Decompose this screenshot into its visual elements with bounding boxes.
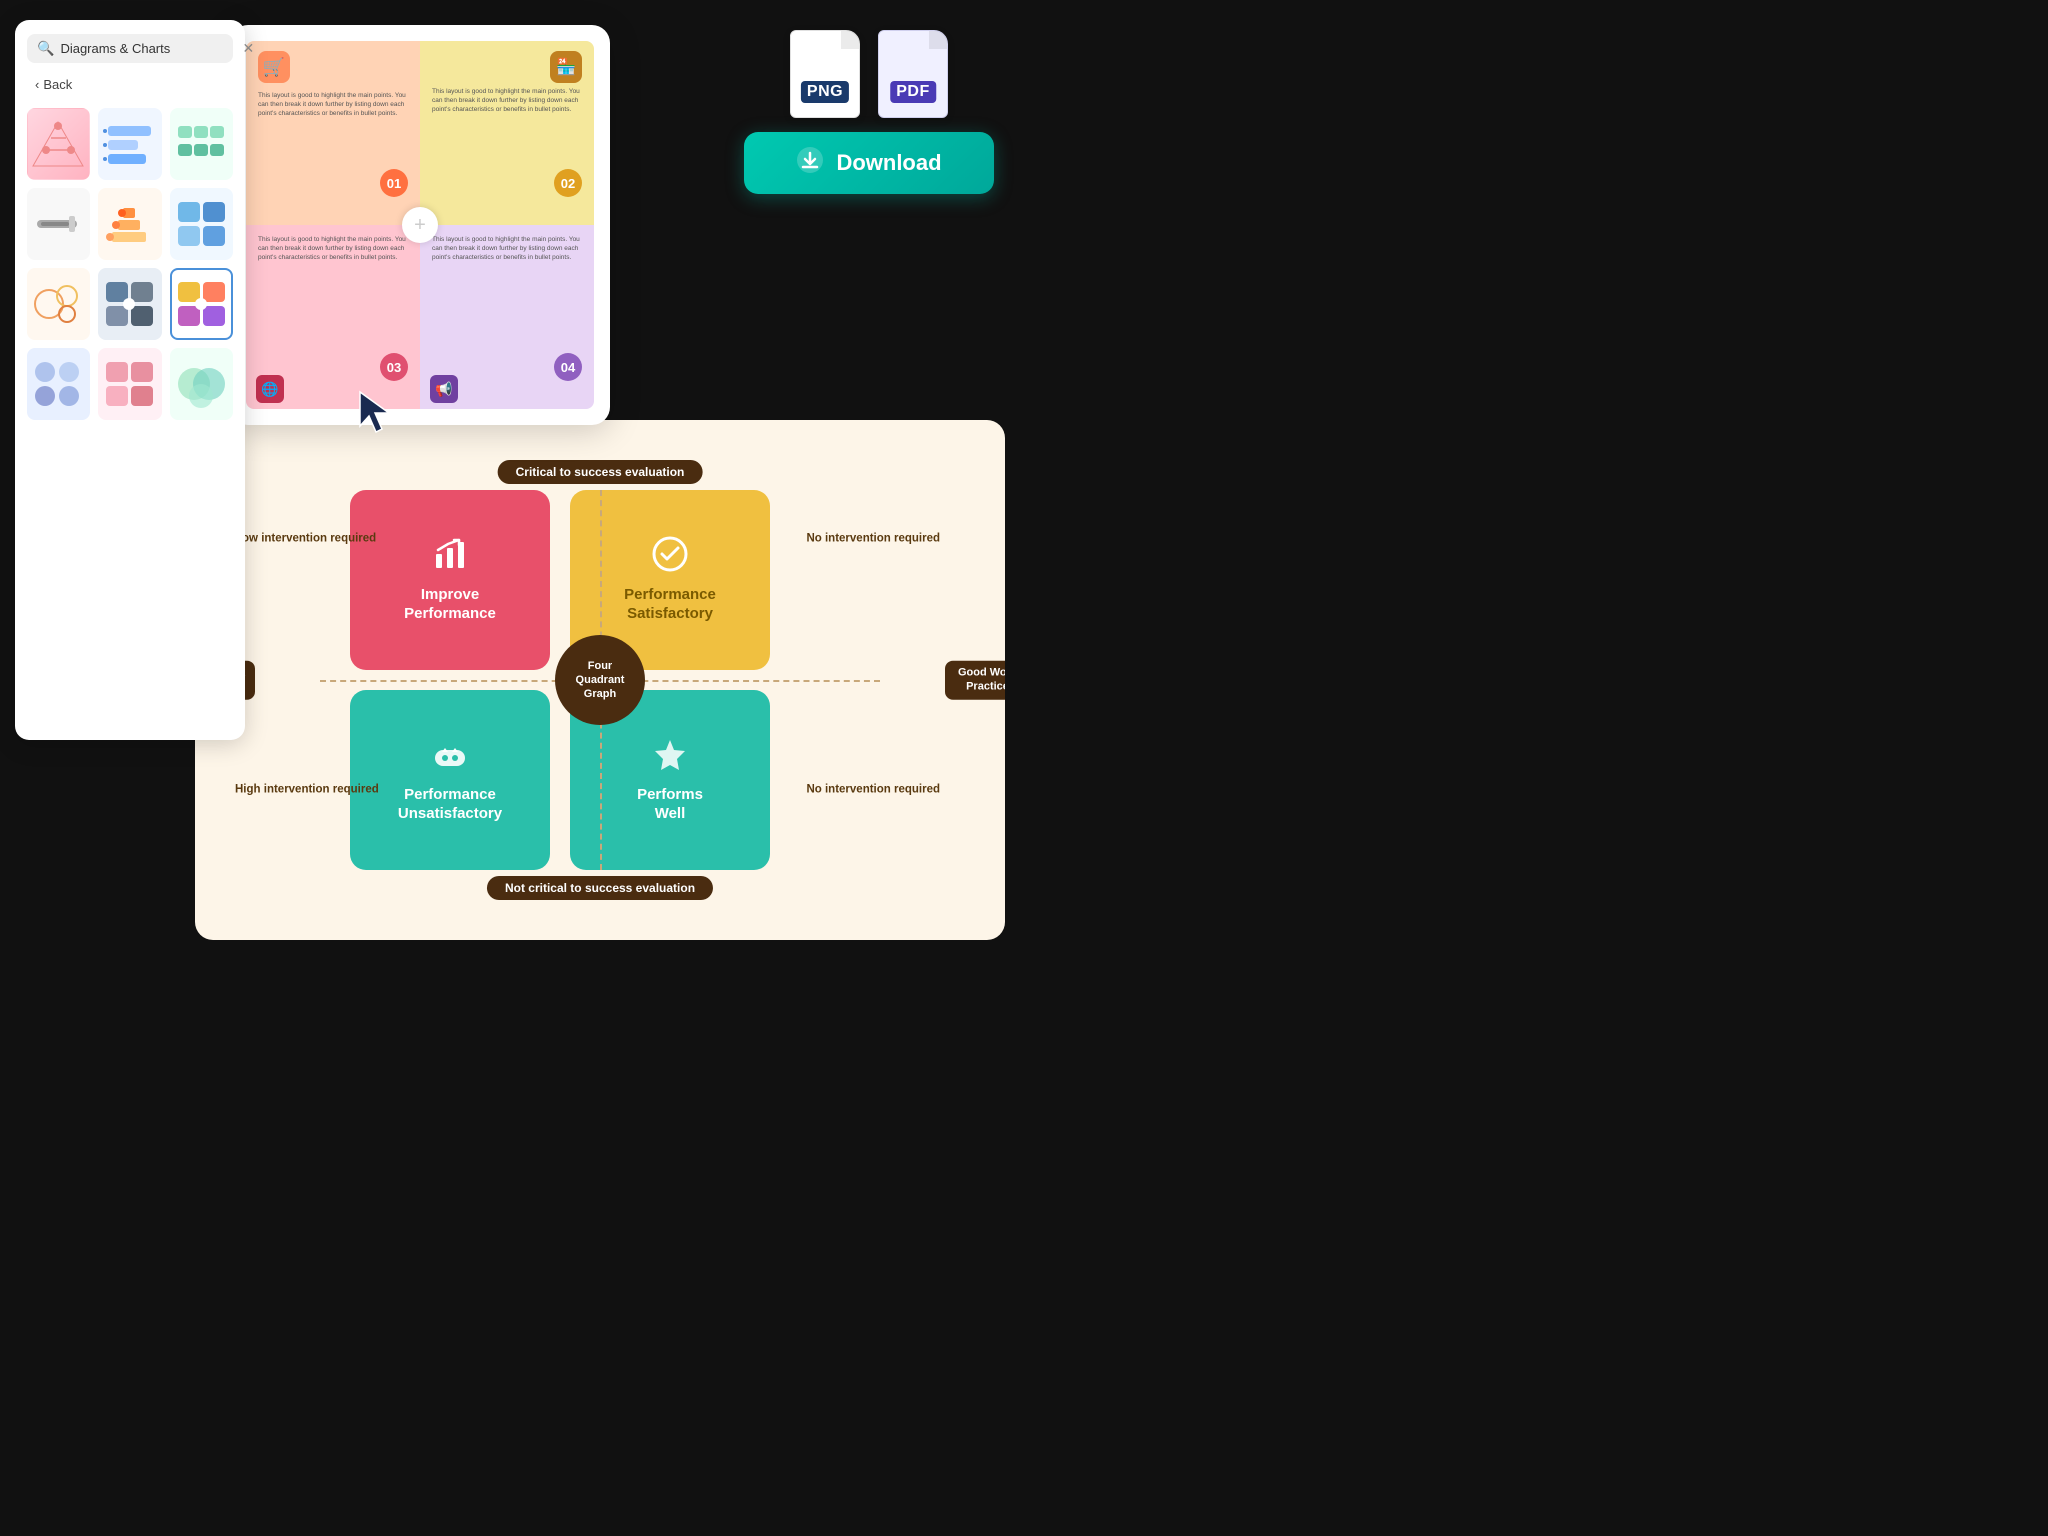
quadrant-background: Critical to success evaluation Not criti… [195,420,1005,940]
gallery-item[interactable] [170,108,233,180]
download-section: PNG PDF Download [744,30,994,194]
preview-center-circle [402,207,438,243]
quad-2-num: 02 [554,169,582,197]
quad-1: 🛒 This layout is good to highlight the m… [246,41,420,225]
download-label: Download [836,150,941,176]
mini-preview-circles [28,269,89,339]
satisfactory-icon [652,536,688,580]
gallery-item[interactable] [27,348,90,420]
search-icon: 🔍 [37,40,54,57]
mini-preview-blocks [171,189,232,259]
pdf-file-page: PDF [878,30,948,118]
quadrant-title-bottom: Not critical to success evaluation [487,876,713,900]
quad-4-text: This layout is good to highlight the mai… [432,235,582,262]
mini-preview-venn [171,349,232,419]
back-button[interactable]: ‹ Back [27,73,80,96]
improve-label: ImprovePerformance [404,586,496,624]
quad-2-icon: 🏪 [550,51,582,83]
quad-4-num: 04 [554,353,582,381]
quad-3-text: This layout is good to highlight the mai… [258,235,408,262]
quadrant-center-label: FourQuadrantGraph [555,635,645,725]
unsatisfactory-label: PerformanceUnsatisfactory [398,786,502,824]
quadrant-diagram: Critical to success evaluation Not criti… [260,460,940,900]
mini-preview-steps [171,109,232,179]
gallery-item[interactable] [170,188,233,260]
file-icons-row: PNG PDF [790,30,948,118]
close-icon[interactable]: ✕ [242,40,254,57]
mini-preview-pyramid [28,109,89,179]
performs-icon [652,736,688,780]
gallery-item[interactable] [98,188,161,260]
mini-preview-syringe [28,189,89,259]
quad-1-num: 01 [380,169,408,197]
quadrant-unsatisfactory: PerformanceUnsatisfactory [350,690,550,870]
png-file-icon: PNG [790,30,860,118]
gallery-item[interactable] [98,268,161,340]
pdf-label: PDF [890,81,936,103]
four-quad-diagram: 🛒 This layout is good to highlight the m… [246,41,594,409]
mini-preview-quad-dark [99,269,160,339]
quadrant-improve: ImprovePerformance [350,490,550,670]
quad-2-text: This layout is good to highlight the mai… [432,87,582,114]
gallery-item-selected[interactable] [170,268,233,340]
improve-icon [432,536,468,580]
pdf-file-icon: PDF [878,30,948,118]
gallery-item[interactable] [98,348,161,420]
gallery-item[interactable] [170,348,233,420]
mini-preview-pyramid2 [99,189,160,259]
gallery-grid [27,108,233,420]
mini-preview-timeline [99,109,160,179]
gallery-item[interactable] [27,268,90,340]
png-label: PNG [801,81,849,103]
satisfactory-label: PerformanceSatisfactory [624,586,716,624]
search-bar: 🔍 ✕ [27,34,233,63]
cursor-arrow [356,388,396,438]
gallery-item[interactable] [27,108,90,180]
quad-4-bottom-icon: 📢 [430,375,458,403]
good-work-label: Good Work Practice [945,661,1005,700]
right-bottom-label: No intervention required [806,783,940,798]
sidebar-panel: 🔍 ✕ ‹ Back [15,20,245,740]
gallery-item[interactable] [98,108,161,180]
quadrant-title-top: Critical to success evaluation [498,460,703,484]
quad-2: 🏪 This layout is good to highlight the m… [420,41,594,225]
download-button[interactable]: Download [744,132,994,194]
png-file-page: PNG [790,30,860,118]
performs-label: PerformsWell [637,786,703,824]
quad-3-num: 03 [380,353,408,381]
right-top-label: No intervention required [806,532,940,547]
preview-card: 🛒 This layout is good to highlight the m… [230,25,610,425]
quad-1-text: This layout is good to highlight the mai… [258,91,408,118]
quad-3: This layout is good to highlight the mai… [246,225,420,409]
back-label: Back [43,77,72,92]
quad-2-icon-wrap: 🏪 [432,51,582,83]
mini-preview-quad-color [172,270,231,338]
unsatisfactory-icon [432,736,468,780]
quad-3-bottom-icon: 🌐 [256,375,284,403]
chevron-left-icon: ‹ [35,77,39,92]
left-top-label: Low intervention required [235,532,376,547]
mini-preview-squares [99,349,160,419]
quad-4: This layout is good to highlight the mai… [420,225,594,409]
quad-1-icon: 🛒 [258,51,290,83]
mini-preview-circles2 [28,349,89,419]
left-bottom-label: High intervention required [235,783,379,798]
gallery-item[interactable] [27,188,90,260]
download-icon [796,146,824,180]
search-input[interactable] [60,41,236,56]
